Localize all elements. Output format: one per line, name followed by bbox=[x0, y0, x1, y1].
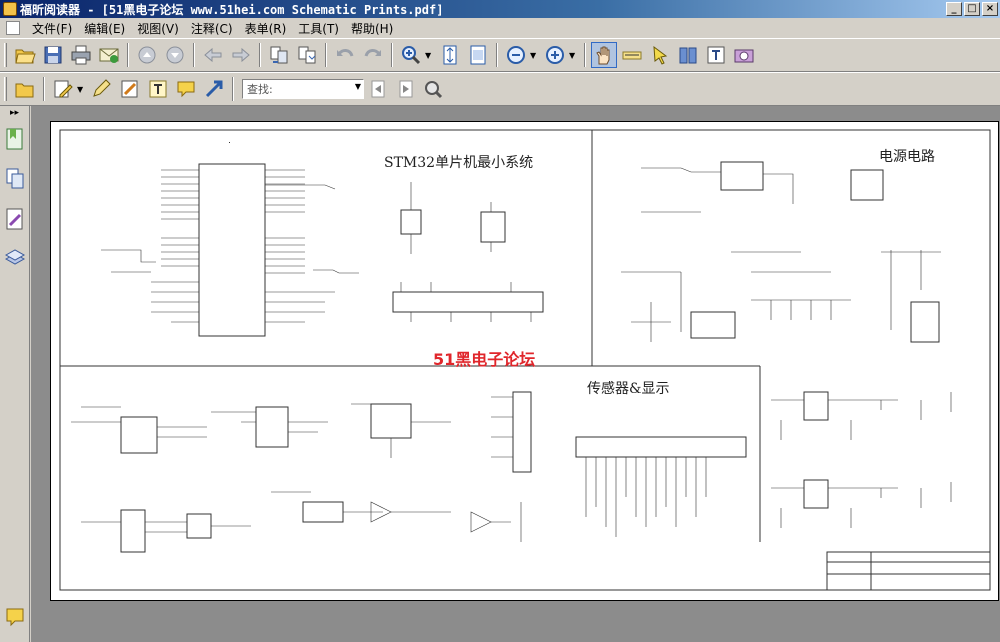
menu-help[interactable]: 帮助(H) bbox=[345, 20, 399, 37]
chevron-down-icon[interactable]: ▼ bbox=[530, 51, 538, 60]
menu-form[interactable]: 表单(R) bbox=[239, 20, 293, 37]
toolbar-separator bbox=[193, 43, 195, 67]
layers-icon[interactable] bbox=[3, 246, 27, 272]
text-box-icon[interactable] bbox=[145, 76, 171, 102]
typewriter-icon[interactable] bbox=[703, 42, 729, 68]
collapse-panel-button[interactable]: ▸▸ bbox=[0, 108, 29, 122]
menu-edit[interactable]: 编辑(E) bbox=[78, 20, 131, 37]
toolbar-separator bbox=[325, 43, 327, 67]
menu-comment[interactable]: 注释(C) bbox=[185, 20, 239, 37]
comment-icon[interactable] bbox=[173, 76, 199, 102]
schematic-page: STM32单片机最小系统 电源电路 传感器&显示 51黑电子论坛 bbox=[50, 121, 999, 601]
menu-file[interactable]: 文件(F) bbox=[26, 20, 78, 37]
camera-icon[interactable] bbox=[731, 42, 757, 68]
watermark-text: 51黑电子论坛 bbox=[433, 350, 536, 369]
zoom-in-icon[interactable] bbox=[542, 42, 568, 68]
close-button[interactable]: × bbox=[982, 2, 998, 16]
pencil-icon[interactable] bbox=[50, 76, 76, 102]
snapshot-book-icon[interactable] bbox=[675, 42, 701, 68]
toolbar-grip[interactable] bbox=[4, 77, 7, 101]
hand-tool-icon[interactable] bbox=[591, 42, 617, 68]
mcu-section-title: STM32单片机最小系统 bbox=[384, 155, 534, 171]
menu-bar: 文件(F) 编辑(E) 视图(V) 注释(C) 表单(R) 工具(T) 帮助(H… bbox=[0, 18, 1000, 38]
document-menu-icon[interactable] bbox=[6, 21, 20, 35]
select-text-icon[interactable] bbox=[619, 42, 645, 68]
scroll-down-icon[interactable] bbox=[162, 42, 188, 68]
arrow-icon[interactable] bbox=[201, 76, 227, 102]
chevron-down-icon[interactable]: ▼ bbox=[425, 51, 433, 60]
rotate-pages-icon[interactable] bbox=[266, 42, 292, 68]
find-previous-icon[interactable] bbox=[365, 76, 391, 102]
scroll-up-icon[interactable] bbox=[134, 42, 160, 68]
chevron-down-icon[interactable]: ▼ bbox=[77, 85, 85, 94]
save-icon[interactable] bbox=[40, 42, 66, 68]
navigation-sidebar: ▸▸ bbox=[0, 106, 30, 642]
note-pad-icon[interactable] bbox=[117, 76, 143, 102]
print-icon[interactable] bbox=[68, 42, 94, 68]
toolbar-separator bbox=[43, 77, 45, 101]
menu-view[interactable]: 视图(V) bbox=[131, 20, 185, 37]
annotation-toolbar: ▼ 查找: ▼ bbox=[0, 72, 1000, 106]
toolbar-separator bbox=[584, 43, 586, 67]
bookmark-icon[interactable] bbox=[3, 126, 27, 152]
extract-pages-icon[interactable] bbox=[294, 42, 320, 68]
search-binoculars-icon[interactable] bbox=[421, 76, 447, 102]
annotations-icon[interactable] bbox=[3, 206, 27, 232]
fit-width-icon[interactable] bbox=[465, 42, 491, 68]
app-icon bbox=[3, 2, 17, 16]
comments-panel-icon[interactable] bbox=[3, 604, 27, 630]
forward-icon[interactable] bbox=[228, 42, 254, 68]
find-input[interactable]: 查找: ▼ bbox=[242, 79, 364, 99]
main-toolbar: ▼ ▼ ▼ bbox=[0, 38, 1000, 72]
pages-icon[interactable] bbox=[3, 166, 27, 192]
toolbar-grip[interactable] bbox=[4, 43, 7, 67]
toolbar-separator bbox=[391, 43, 393, 67]
redo-icon[interactable] bbox=[360, 42, 386, 68]
email-icon[interactable] bbox=[96, 42, 122, 68]
chevron-down-icon[interactable]: ▼ bbox=[355, 82, 361, 91]
toolbar-separator bbox=[127, 43, 129, 67]
toolbar-separator bbox=[232, 77, 234, 101]
minimize-button[interactable]: _ bbox=[946, 2, 962, 16]
document-viewport[interactable]: STM32单片机最小系统 电源电路 传感器&显示 51黑电子论坛 bbox=[31, 106, 1000, 642]
power-section-title: 电源电路 bbox=[879, 149, 935, 165]
select-annotation-icon[interactable] bbox=[647, 42, 673, 68]
window-title: 福昕阅读器 - [51黑电子论坛 www.51hei.com Schematic… bbox=[20, 2, 444, 17]
zoom-out-icon[interactable] bbox=[503, 42, 529, 68]
open-icon[interactable] bbox=[12, 42, 38, 68]
undo-icon[interactable] bbox=[332, 42, 358, 68]
maximize-button[interactable]: □ bbox=[964, 2, 980, 16]
back-icon[interactable] bbox=[200, 42, 226, 68]
fit-page-icon[interactable] bbox=[437, 42, 463, 68]
toolbar-separator bbox=[259, 43, 261, 67]
highlighter-icon[interactable] bbox=[89, 76, 115, 102]
find-next-icon[interactable] bbox=[393, 76, 419, 102]
window-title-bar[interactable]: 福昕阅读器 - [51黑电子论坛 www.51hei.com Schematic… bbox=[0, 0, 1000, 18]
open-folder-icon[interactable] bbox=[12, 76, 38, 102]
chevron-down-icon[interactable]: ▼ bbox=[569, 51, 577, 60]
menu-tools[interactable]: 工具(T) bbox=[292, 20, 345, 37]
sensor-section-title: 传感器&显示 bbox=[587, 381, 670, 397]
find-label: 查找: bbox=[247, 83, 273, 96]
toolbar-separator bbox=[496, 43, 498, 67]
zoom-in-tool-icon[interactable] bbox=[398, 42, 424, 68]
